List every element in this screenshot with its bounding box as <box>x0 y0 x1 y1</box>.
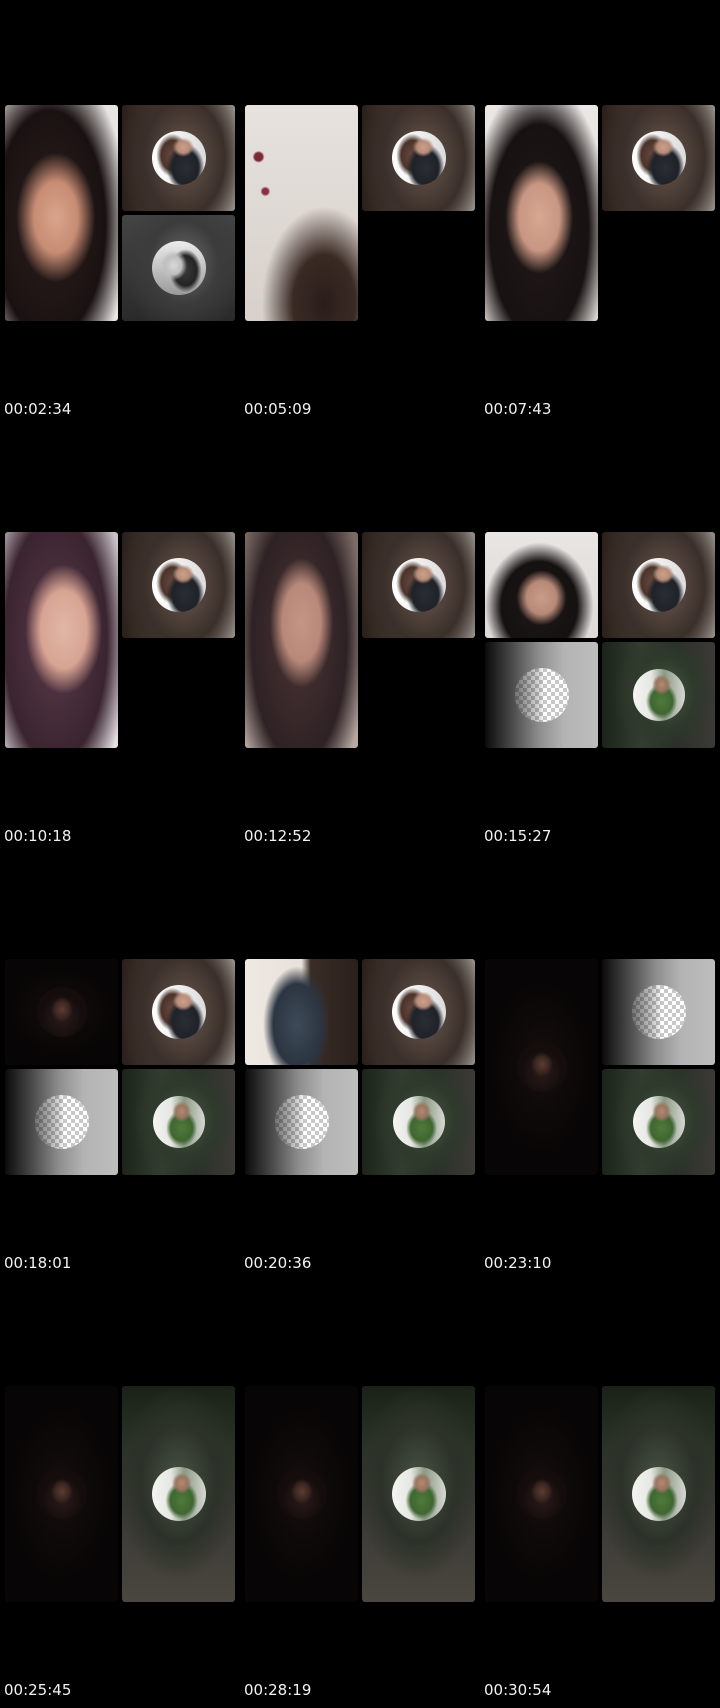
participant-video-tile <box>602 1069 715 1175</box>
participant-avatar <box>391 131 446 185</box>
frame-thumbnail[interactable]: 00:15:27 <box>480 427 715 845</box>
participant-avatar <box>151 985 206 1039</box>
participant-avatar <box>276 1469 327 1519</box>
participant-video-tile <box>602 105 715 211</box>
participant-avatar <box>631 131 686 185</box>
participant-video-tile <box>122 1386 235 1602</box>
frame-thumbnail[interactable]: 00:30:54 <box>480 1281 715 1699</box>
frame-timestamp: 00:12:52 <box>244 827 312 845</box>
participant-video-tile <box>122 215 235 321</box>
participant-avatar <box>391 1467 446 1521</box>
frame-timestamp: 00:10:18 <box>4 827 72 845</box>
participant-avatar <box>151 241 206 295</box>
participant-video-tile <box>122 532 235 638</box>
frame-thumbnail[interactable]: 00:02:34 <box>0 0 235 418</box>
participant-video-tile <box>245 532 358 748</box>
participant-video-tile <box>362 532 475 638</box>
participant-avatar <box>151 131 206 185</box>
participant-video-tile <box>122 105 235 211</box>
participant-avatar <box>631 558 686 612</box>
participant-video-tile <box>485 642 598 748</box>
frame-timestamp: 00:23:10 <box>484 1254 552 1272</box>
frame-timestamp: 00:28:19 <box>244 1681 312 1699</box>
participant-avatar <box>632 1096 685 1148</box>
participant-video-tile <box>5 1386 118 1602</box>
frame-thumbnail[interactable]: 00:10:18 <box>0 427 235 845</box>
frame-thumbnail[interactable]: 00:23:10 <box>480 854 715 1272</box>
frame-thumbnail[interactable]: 00:25:45 <box>0 1281 235 1699</box>
frame-timestamp: 00:07:43 <box>484 400 552 418</box>
participant-avatar <box>151 1467 206 1521</box>
participant-video-tile <box>5 105 118 321</box>
participant-video-tile <box>245 1069 358 1175</box>
participant-avatar <box>632 669 685 721</box>
call-thumbnail-grid: { "frames": [ { "timestamp": "00:02:34" … <box>0 0 720 1708</box>
frame-timestamp: 00:20:36 <box>244 1254 312 1272</box>
participant-video-tile <box>362 959 475 1065</box>
participant-avatar <box>631 985 686 1039</box>
participant-video-tile <box>602 532 715 638</box>
participant-video-tile <box>362 1386 475 1602</box>
frame-timestamp: 00:15:27 <box>484 827 552 845</box>
participant-video-tile <box>245 105 358 321</box>
participant-video-tile <box>602 959 715 1065</box>
participant-video-tile <box>245 1386 358 1602</box>
frame-thumbnail[interactable]: 00:20:36 <box>240 854 475 1272</box>
participant-video-tile <box>362 1069 475 1175</box>
participant-video-tile <box>122 1069 235 1175</box>
participant-video-tile <box>5 959 118 1065</box>
frame-timestamp: 00:25:45 <box>4 1681 72 1699</box>
participant-video-tile <box>602 642 715 748</box>
participant-avatar <box>151 558 206 612</box>
participant-video-tile <box>362 105 475 211</box>
participant-avatar <box>516 1469 567 1519</box>
participant-video-tile <box>485 959 598 1175</box>
participant-video-tile <box>5 532 118 748</box>
participant-avatar <box>36 987 87 1037</box>
participant-video-tile <box>602 1386 715 1602</box>
participant-avatar <box>274 1095 329 1149</box>
participant-video-tile <box>245 959 358 1065</box>
participant-video-tile <box>5 1069 118 1175</box>
participant-avatar <box>36 1469 87 1519</box>
frame-thumbnail[interactable]: 00:18:01 <box>0 854 235 1272</box>
frame-timestamp: 00:02:34 <box>4 400 72 418</box>
participant-avatar <box>516 1042 567 1092</box>
participant-avatar <box>391 985 446 1039</box>
participant-avatar <box>152 1096 205 1148</box>
frame-timestamp: 00:18:01 <box>4 1254 72 1272</box>
participant-avatar <box>514 668 569 722</box>
frame-timestamp: 00:05:09 <box>244 400 312 418</box>
participant-avatar <box>391 558 446 612</box>
participant-avatar <box>392 1096 445 1148</box>
participant-video-tile <box>485 532 598 638</box>
participant-video-tile <box>485 105 598 321</box>
participant-avatar <box>631 1467 686 1521</box>
frame-thumbnail[interactable]: 00:07:43 <box>480 0 715 418</box>
frame-thumbnail[interactable]: 00:28:19 <box>240 1281 475 1699</box>
participant-video-tile <box>122 959 235 1065</box>
frame-thumbnail[interactable]: 00:05:09 <box>240 0 475 418</box>
frame-thumbnail[interactable]: 00:12:52 <box>240 427 475 845</box>
frame-timestamp: 00:30:54 <box>484 1681 552 1699</box>
participant-avatar <box>34 1095 89 1149</box>
participant-video-tile <box>485 1386 598 1602</box>
